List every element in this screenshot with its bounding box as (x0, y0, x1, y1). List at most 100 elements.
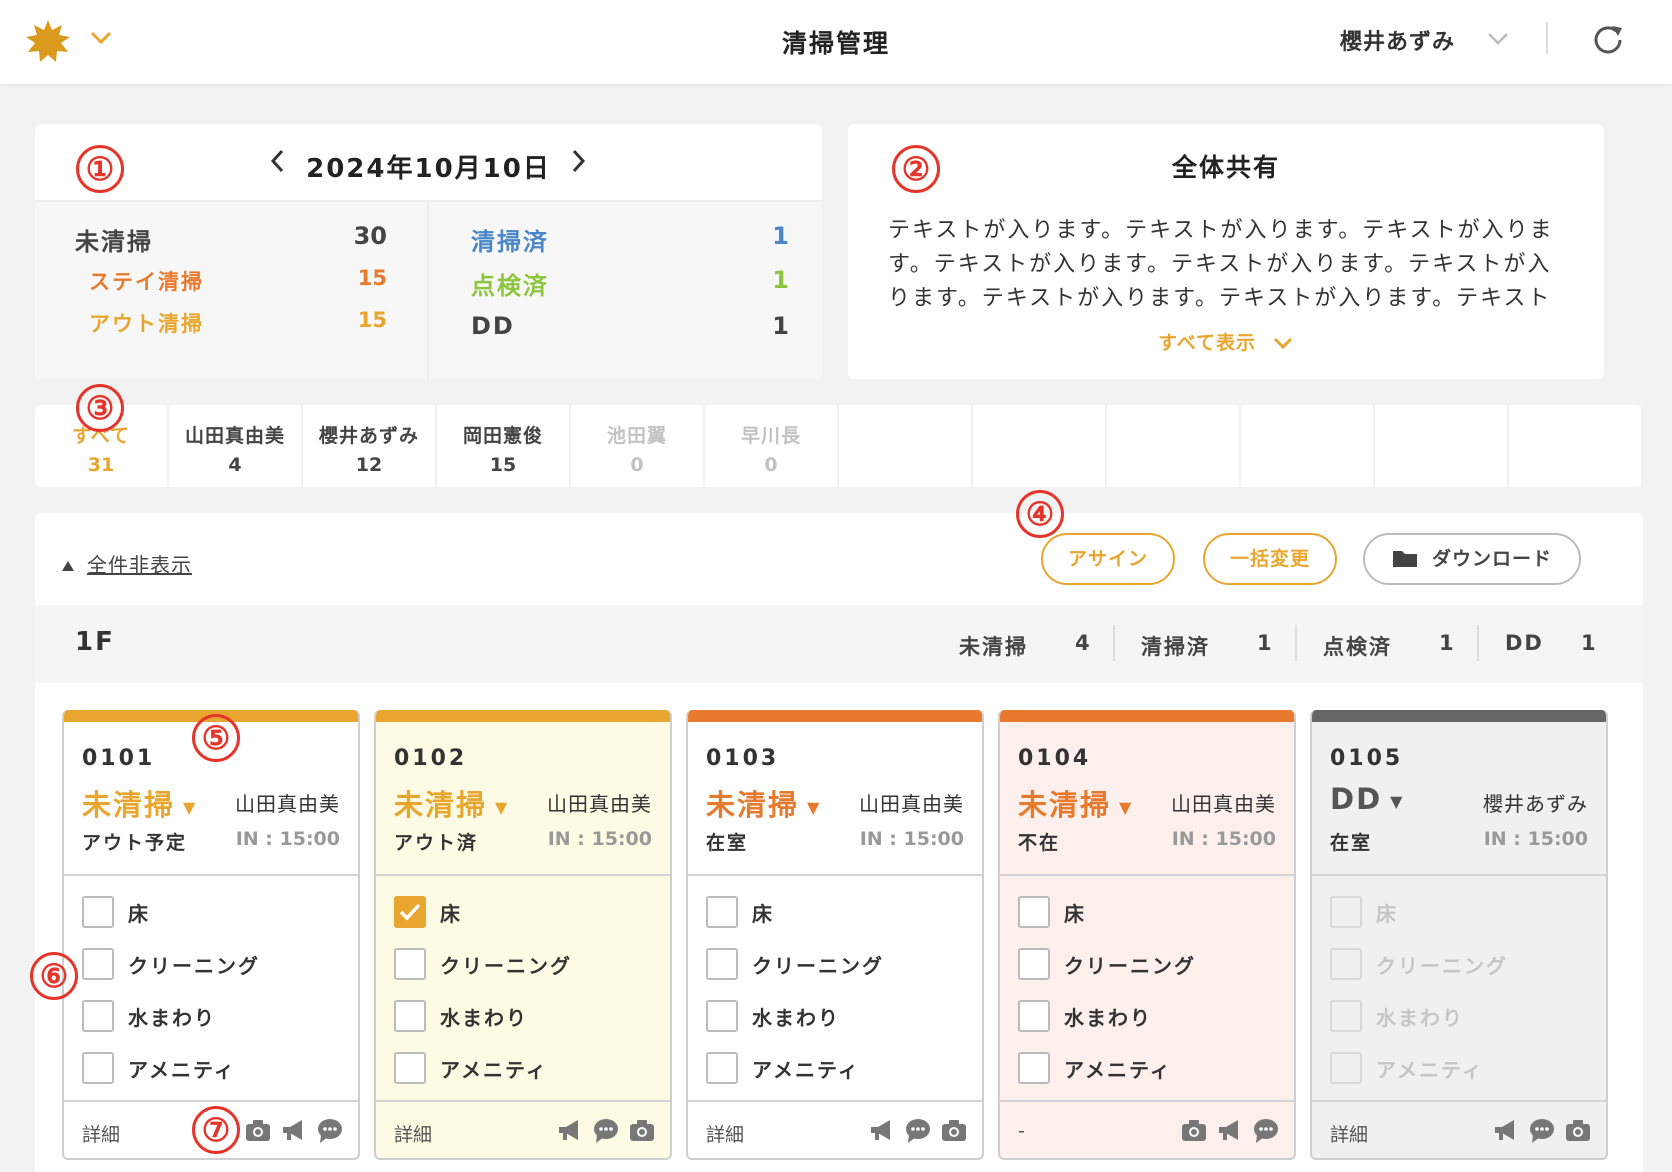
download-button[interactable]: ダウンロード (1363, 533, 1581, 585)
staff-tab-count: 12 (355, 454, 383, 476)
megaphone-icon[interactable] (556, 1116, 584, 1148)
room-card[interactable]: 0102 未清掃 ▼ 山田真由美 アウト済 IN : 15:00 床クリーニング 水まわり アメ… (374, 710, 672, 1160)
detail-link[interactable]: 詳細 (82, 1120, 120, 1147)
checklist-checkbox (1330, 1052, 1362, 1084)
divider (64, 874, 358, 876)
staff-tab-count: 31 (87, 454, 115, 476)
card-icons (556, 1116, 656, 1148)
user-name[interactable]: 櫻井あずみ (1340, 24, 1455, 56)
staff-tab-name: 山田真由美 (184, 425, 285, 447)
camera-icon[interactable] (1564, 1116, 1592, 1148)
megaphone-icon[interactable] (1216, 1116, 1244, 1148)
checklist-checkbox[interactable] (1018, 896, 1050, 928)
status-dropdown[interactable]: 未清掃 ▼ (1018, 782, 1133, 824)
divider (376, 874, 670, 876)
stat-value: 30 (353, 222, 387, 250)
checklist-checkbox[interactable] (1018, 1000, 1050, 1032)
room-number: 0102 (394, 746, 468, 771)
stat-value: 1 (772, 222, 789, 250)
checklist-label: アメニティ (752, 1058, 860, 1082)
staff-tab-count: 4 (228, 454, 242, 476)
hide-all-toggle[interactable]: 全件非表示 (61, 549, 192, 578)
detail-link[interactable]: 詳細 (1330, 1120, 1368, 1147)
divider (1000, 874, 1294, 876)
checklist-checkbox[interactable] (706, 1052, 738, 1084)
staff-tab-empty (1241, 405, 1375, 487)
checklist-checkbox[interactable] (394, 1052, 426, 1084)
checklist-label: クリーニング (1376, 954, 1508, 978)
staff-tab[interactable]: 池田翼 0 (571, 405, 705, 487)
checklist-checkbox[interactable] (82, 1052, 114, 1084)
checklist-checkbox[interactable] (394, 948, 426, 980)
detail-link[interactable]: 詳細 (394, 1120, 432, 1147)
assigned-staff: 山田真由美 (859, 792, 964, 816)
chat-icon[interactable] (1528, 1116, 1556, 1148)
checklist-checkbox[interactable] (82, 1000, 114, 1032)
detail-link[interactable]: - (1018, 1120, 1025, 1142)
show-all-label: すべて表示 (1158, 332, 1256, 354)
checklist-checkbox[interactable] (706, 948, 738, 980)
chat-icon[interactable] (1252, 1116, 1280, 1148)
divider (376, 1100, 670, 1102)
shared-title: 全体共有 (1171, 153, 1280, 182)
camera-icon[interactable] (244, 1116, 272, 1148)
status-bar (1312, 710, 1606, 722)
status-dropdown[interactable]: 未清掃 ▼ (82, 782, 197, 824)
divider (1312, 874, 1606, 876)
room-card[interactable]: 0104 未清掃 ▼ 山田真由美 不在 IN : 15:00 床クリーニング 水まわり アメニテ… (998, 710, 1296, 1160)
room-card[interactable]: 0101 未清掃 ▼ 山田真由美 アウト予定 IN : 15:00 床クリーニング 水まわりア… (62, 710, 360, 1160)
refresh-icon[interactable] (1590, 22, 1626, 58)
checklist-checkbox[interactable] (706, 896, 738, 928)
checklist-checkbox[interactable] (394, 1000, 426, 1032)
room-card[interactable]: 0103 未清掃 ▼ 山田真由美 在室 IN : 15:00 床クリーニング 水まわり アメニテ… (686, 710, 984, 1160)
divider (427, 202, 429, 379)
annotation-marker: ② (892, 145, 940, 193)
checklist-label: クリーニング (1064, 954, 1196, 978)
card-icons (1492, 1116, 1592, 1148)
megaphone-icon[interactable] (1492, 1116, 1520, 1148)
annotation-marker: ④ (1016, 490, 1064, 538)
caret-down-icon: ▼ (807, 797, 822, 817)
occupancy-status: 不在 (1018, 832, 1061, 854)
staff-tabs: すべて 31 山田真由美 4 櫻井あずみ 12 岡田憲俊 15 池田翼 0 早川長 0 (35, 405, 1643, 487)
card-icons (244, 1116, 344, 1148)
status-dropdown[interactable]: 未清掃 ▼ (394, 782, 509, 824)
stat-value: 1 (772, 312, 789, 340)
camera-icon[interactable] (628, 1116, 656, 1148)
detail-link[interactable]: 詳細 (706, 1120, 744, 1147)
chat-icon[interactable] (904, 1116, 932, 1148)
camera-icon[interactable] (1180, 1116, 1208, 1148)
caret-down-icon: ▼ (1390, 791, 1405, 811)
top-bar: 清掃管理 櫻井あずみ (0, 0, 1672, 84)
checklist-checkbox[interactable] (394, 896, 426, 928)
assigned-staff: 山田真由美 (1171, 792, 1276, 816)
checklist-label: 水まわり (1376, 1006, 1464, 1030)
camera-icon[interactable] (940, 1116, 968, 1148)
assign-button[interactable]: アサイン (1041, 533, 1175, 585)
status-dropdown[interactable]: 未清掃 ▼ (706, 782, 821, 824)
divider (688, 1100, 982, 1102)
bulk-change-button[interactable]: 一括変更 (1203, 533, 1337, 585)
chat-icon[interactable] (592, 1116, 620, 1148)
megaphone-icon[interactable] (280, 1116, 308, 1148)
status-dropdown[interactable]: DD ▼ (1330, 782, 1404, 816)
checklist-checkbox[interactable] (82, 948, 114, 980)
chevron-down-icon[interactable] (1486, 30, 1510, 48)
checklist-checkbox[interactable] (1018, 1052, 1050, 1084)
checklist-checkbox[interactable] (706, 1000, 738, 1032)
checklist-checkbox[interactable] (1018, 948, 1050, 980)
staff-tab[interactable]: 山田真由美 4 (169, 405, 303, 487)
shared-text: テキストが入ります。テキストが入ります。テキストが入ります。テキストが入ります。… (888, 218, 1554, 311)
room-card[interactable]: 0105 DD ▼ 櫻井あずみ 在室 IN : 15:00 床クリーニング 水まわり アメニティ… (1310, 710, 1608, 1160)
room-number: 0103 (706, 746, 780, 771)
floor-header: 1F 未清掃 4 清掃済 1 点検済 1 DD 1 (35, 605, 1643, 683)
checklist-checkbox[interactable] (82, 896, 114, 928)
checkin-time: IN : 15:00 (859, 828, 964, 850)
staff-tab[interactable]: 櫻井あずみ 12 (303, 405, 437, 487)
show-all-link[interactable]: すべて表示 (848, 328, 1604, 355)
staff-tab[interactable]: 早川長 0 (705, 405, 839, 487)
megaphone-icon[interactable] (868, 1116, 896, 1148)
chat-icon[interactable] (316, 1116, 344, 1148)
staff-tab[interactable]: 岡田憲俊 15 (437, 405, 571, 487)
chevron-right-icon[interactable] (563, 146, 593, 176)
